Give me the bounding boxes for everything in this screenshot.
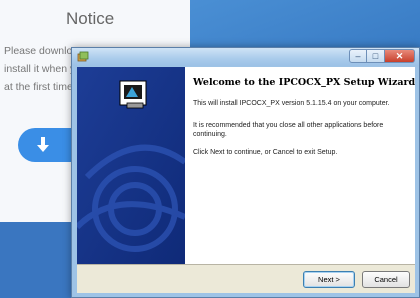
- next-button[interactable]: Next >: [303, 271, 355, 288]
- maximize-button[interactable]: □: [367, 49, 385, 63]
- notice-title: Notice: [66, 9, 115, 28]
- wizard-sidebar-image: [77, 67, 185, 264]
- wizard-paragraph-3: Click Next to continue, or Cancel to exi…: [193, 149, 338, 156]
- wizard-button-bar: Next > Cancel: [77, 264, 415, 293]
- download-arrow-icon: [37, 137, 49, 152]
- close-button[interactable]: ✕: [385, 49, 415, 63]
- window-titlebar[interactable]: – □ ✕: [72, 48, 419, 66]
- installer-app-icon: [77, 51, 89, 62]
- wizard-sidebar-graphic: [77, 67, 185, 264]
- cancel-button[interactable]: Cancel: [362, 271, 410, 288]
- wizard-content: Welcome to the IPCOCX_PX Setup Wizard Th…: [185, 67, 415, 264]
- wizard-client-area: Welcome to the IPCOCX_PX Setup Wizard Th…: [77, 67, 415, 293]
- wizard-paragraph-2: It is recommended that you close all oth…: [193, 122, 384, 138]
- wizard-heading: Welcome to the IPCOCX_PX Setup Wizard: [193, 77, 416, 88]
- setup-wizard-window: – □ ✕ Welcome to the IPCOCX_PX Setup Wiz…: [71, 47, 420, 298]
- minimize-button[interactable]: –: [349, 49, 367, 63]
- wizard-paragraph-1: This will install IPCOCX_PX version 5.1.…: [193, 100, 390, 107]
- window-controls: – □ ✕: [349, 49, 415, 63]
- setup-computer-icon: [119, 80, 147, 109]
